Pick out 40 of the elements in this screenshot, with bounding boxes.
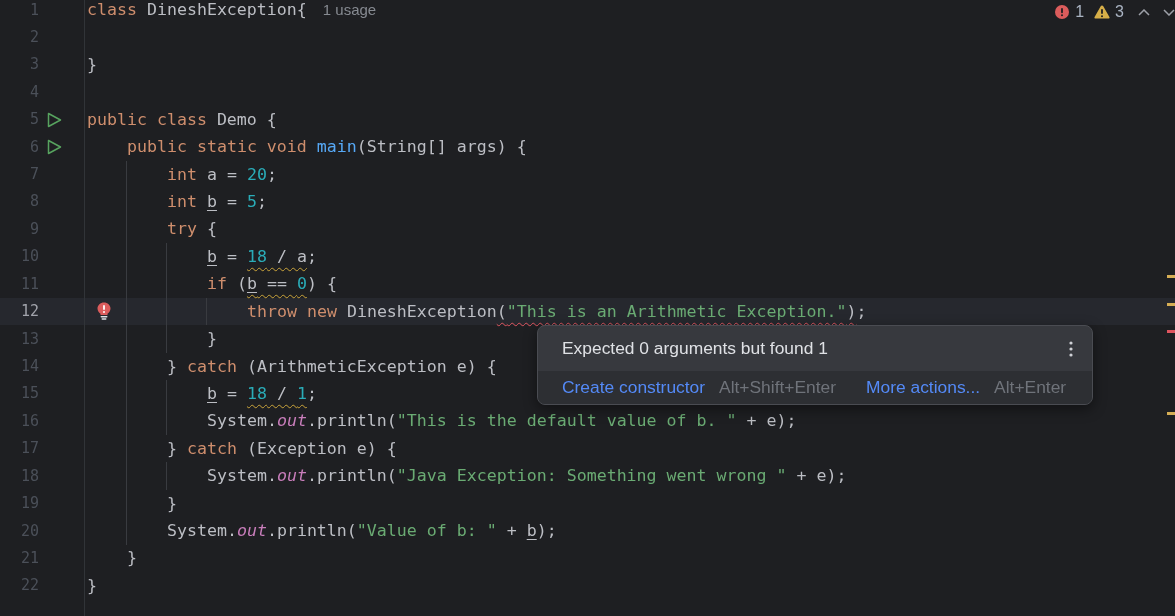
code-line: } bbox=[127, 548, 137, 569]
code-line: if (b == 0) { bbox=[207, 274, 337, 295]
chevron-down-icon[interactable] bbox=[1163, 8, 1175, 16]
shortcut-hint: Alt+Enter bbox=[994, 376, 1067, 400]
warning-stripe-icon[interactable] bbox=[1167, 302, 1175, 306]
action-link[interactable]: Create constructor bbox=[562, 374, 706, 401]
code-line: public class Demo { bbox=[87, 109, 277, 130]
more-options-icon[interactable] bbox=[1069, 340, 1073, 357]
code-line: } bbox=[87, 575, 97, 596]
code-line: try { bbox=[167, 219, 217, 240]
code-line: } bbox=[87, 54, 97, 75]
code-line: public static void main(String[] args) { bbox=[127, 137, 527, 158]
error-count-button[interactable]: 1 bbox=[1055, 0, 1085, 24]
action-link[interactable]: More actions... bbox=[866, 374, 981, 401]
code-line: int b = 5; bbox=[167, 191, 267, 212]
code-line: throw new DineshException("This is an Arithmetic Exception."); bbox=[247, 301, 867, 322]
code-line: } catch (Exception e) { bbox=[167, 438, 397, 459]
code-line: System.out.println("This is the default value of b. " + e); bbox=[207, 411, 797, 432]
code-line: class DineshException{ bbox=[87, 0, 307, 20]
run-icon[interactable] bbox=[47, 111, 62, 128]
code-line: b = 18 / 1; bbox=[207, 383, 317, 404]
code-line: } bbox=[207, 329, 217, 350]
code-line: } bbox=[167, 493, 177, 514]
code-line: System.out.println("Value of b: " + b); bbox=[167, 521, 557, 542]
usage-hint[interactable]: 1 usage bbox=[322, 0, 377, 22]
run-icon[interactable] bbox=[47, 139, 62, 156]
chevron-up-icon[interactable] bbox=[1138, 8, 1150, 16]
error-icon bbox=[1055, 5, 1070, 19]
error-message: Expected 0 arguments but found 1 bbox=[562, 337, 828, 361]
code-line: b = 18 / a; bbox=[207, 246, 317, 267]
warning-count-button[interactable]: 3 bbox=[1094, 0, 1124, 24]
code-line: System.out.println("Java Exception: Something went wrong " + e); bbox=[207, 466, 847, 487]
shortcut-hint: Alt+Shift+Enter bbox=[719, 376, 837, 400]
warning-stripe-icon[interactable] bbox=[1167, 275, 1175, 279]
warning-stripe-icon[interactable] bbox=[1167, 412, 1175, 416]
line-number: 12 bbox=[20, 304, 39, 320]
code-line: } catch (ArithmeticException e) { bbox=[167, 356, 497, 377]
warning-icon bbox=[1094, 5, 1111, 19]
error-bulb-icon[interactable] bbox=[97, 301, 111, 320]
code-line: int a = 20; bbox=[167, 164, 277, 185]
